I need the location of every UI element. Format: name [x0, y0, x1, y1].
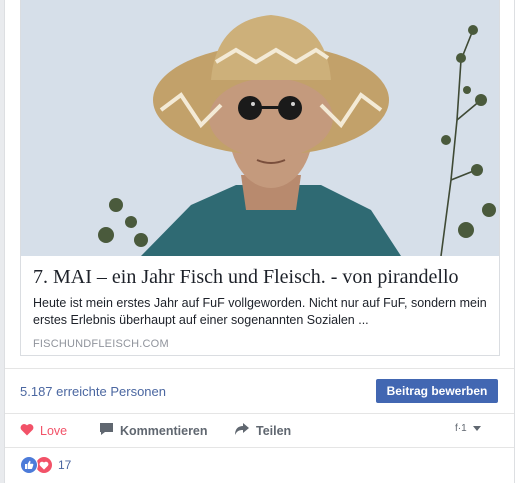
audience-selector[interactable]: f·1: [455, 423, 481, 434]
share-arrow-icon: [234, 422, 250, 439]
boost-post-button[interactable]: Beitrag bewerben: [376, 379, 498, 403]
comment-icon: [99, 422, 114, 439]
share-button[interactable]: Teilen: [234, 414, 291, 447]
reactions-summary[interactable]: 17: [20, 456, 71, 474]
share-label: Teilen: [256, 423, 292, 438]
heart-icon: [20, 423, 34, 439]
link-preview[interactable]: 7. MAI – ein Jahr Fisch und Fleisch. - v…: [20, 0, 500, 356]
love-button[interactable]: Love: [20, 414, 67, 447]
dropdown-caret-icon: [472, 426, 481, 431]
audience-avatar-text: f·1: [455, 423, 467, 434]
preview-text: 7. MAI – ein Jahr Fisch und Fleisch. - v…: [33, 264, 489, 350]
preview-description: Heute ist mein erstes Jahr auf FuF vollg…: [33, 296, 487, 327]
like-reaction-icon: [20, 456, 38, 474]
action-bar: Love Kommentieren Teilen f·1: [5, 414, 514, 448]
post-card: 7. MAI – ein Jahr Fisch und Fleisch. - v…: [4, 0, 515, 483]
people-reached-link[interactable]: 5.187 erreichte Personen: [20, 384, 166, 399]
love-label: Love: [40, 423, 68, 438]
preview-title[interactable]: 7. MAI – ein Jahr Fisch und Fleisch. - v…: [33, 264, 489, 290]
preview-image: [21, 0, 499, 256]
comment-label: Kommentieren: [120, 423, 208, 438]
preview-domain: FISCHUNDFLEISCH.COM: [33, 338, 169, 350]
reaction-count: 17: [58, 458, 72, 472]
comment-button[interactable]: Kommentieren: [99, 414, 208, 447]
reach-bar: 5.187 erreichte Personen Beitrag bewerbe…: [5, 368, 514, 414]
